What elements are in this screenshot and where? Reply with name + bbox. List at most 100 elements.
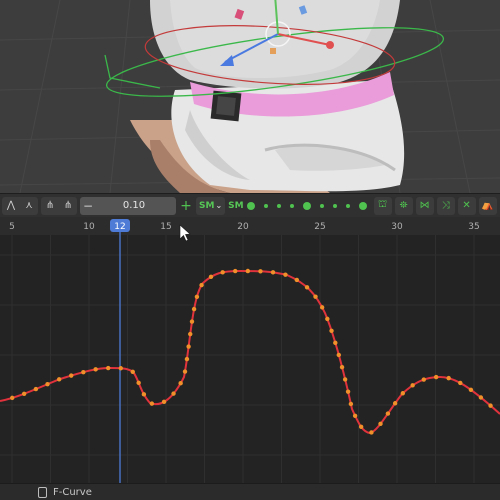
keyframe-point[interactable] — [336, 352, 341, 358]
keyframe-point[interactable] — [141, 392, 147, 397]
delete-icon[interactable]: ✕ — [457, 196, 476, 215]
keyframe-point[interactable] — [93, 367, 98, 372]
key-dot[interactable] — [319, 203, 324, 208]
keyframe-point[interactable] — [433, 374, 439, 380]
keyframe-point[interactable] — [220, 270, 225, 275]
keyframe-point[interactable] — [385, 411, 391, 416]
keyframe-point[interactable] — [421, 377, 427, 382]
3d-viewport[interactable] — [0, 0, 500, 193]
keyframe-point[interactable] — [270, 270, 276, 275]
keyframe-point[interactable] — [188, 331, 193, 337]
keyframe-point[interactable] — [400, 391, 406, 396]
bake-icon[interactable]: ⛺ — [478, 196, 497, 215]
sm-dropdown[interactable]: SM ⌄ — [196, 196, 226, 215]
keyframe-point[interactable] — [304, 285, 310, 290]
keyframe-point[interactable] — [313, 294, 318, 299]
keyframe-point[interactable] — [325, 316, 330, 322]
keyframe-point[interactable] — [488, 403, 493, 408]
keyframe-point[interactable] — [130, 369, 135, 375]
keyframe-point[interactable] — [378, 421, 383, 427]
blender-window: ⋀ ⋏ ⋔ ⋔ − 0.10 + SM ⌄ SM ⛫ ⛯ ⋈ ⤨ ✕ ⛺ 5 1… — [0, 0, 500, 500]
keyframe-point[interactable] — [358, 424, 364, 430]
keyframe-point[interactable] — [118, 366, 124, 371]
keyframe-point[interactable] — [468, 387, 474, 392]
keyframe-point[interactable] — [136, 380, 141, 386]
easing-group: ⋔ ⋔ — [41, 196, 77, 215]
frame-tick-label: 10 — [83, 222, 95, 232]
keyframe-point[interactable] — [161, 399, 167, 405]
keyframe-point[interactable] — [69, 373, 74, 378]
graph-editor[interactable]: 5 10 15 20 25 30 35 12 — [0, 217, 500, 483]
keyframe-point[interactable] — [81, 369, 86, 375]
minus-icon[interactable]: − — [80, 199, 96, 213]
keyframe-point[interactable] — [178, 381, 183, 386]
frame-tick-label: 5 — [9, 222, 15, 232]
keyframe-point[interactable] — [189, 319, 195, 324]
keyframe-point[interactable] — [369, 430, 374, 435]
keyframe-point[interactable] — [21, 391, 27, 396]
keyframe-point[interactable] — [458, 380, 463, 386]
current-frame-label: 12 — [114, 222, 125, 232]
keyframe-point[interactable] — [233, 268, 238, 274]
keyframe-point[interactable] — [410, 383, 415, 388]
key-dot[interactable] — [332, 203, 337, 208]
ghost-icon[interactable]: ⛫ — [373, 196, 392, 215]
keyframe-point[interactable] — [478, 395, 484, 400]
lock-icon[interactable]: ⛯ — [394, 196, 413, 215]
keyframe-point[interactable] — [329, 328, 334, 333]
keyframe-point[interactable] — [319, 305, 325, 310]
keyframe-point[interactable] — [208, 274, 214, 280]
keyframe-point[interactable] — [294, 277, 300, 283]
key-dot[interactable] — [263, 203, 268, 208]
keyframe-point[interactable] — [10, 395, 15, 401]
keyframe-handle-icon[interactable]: ⋀ — [2, 197, 20, 215]
plus-icon[interactable]: + — [179, 198, 193, 214]
keyframe-point[interactable] — [245, 268, 251, 274]
keyframe-point[interactable] — [191, 306, 197, 312]
keyframe-point[interactable] — [56, 377, 62, 382]
keyframe-point[interactable] — [194, 294, 200, 299]
ease-in-icon[interactable]: ⋔ — [41, 197, 59, 215]
handle-type-group: ⋀ ⋏ — [2, 196, 38, 215]
frame-tick-label: 35 — [468, 222, 479, 232]
frame-ruler[interactable] — [0, 217, 500, 235]
key-dot[interactable] — [345, 203, 350, 208]
keyframe-point[interactable] — [186, 344, 191, 349]
normalize-icon[interactable]: ⋈ — [415, 196, 434, 215]
file-icon — [38, 486, 47, 498]
keyframe-point[interactable] — [339, 364, 345, 370]
keyframe-point[interactable] — [149, 401, 155, 406]
keyframe-point[interactable] — [333, 340, 338, 346]
keyframe-point[interactable] — [283, 272, 288, 277]
status-label: F-Curve — [53, 486, 92, 498]
sm-alt-label[interactable]: SM — [228, 197, 243, 215]
keyframe-point[interactable] — [348, 401, 354, 407]
f-curve-path[interactable] — [0, 269, 500, 435]
step-value: 0.10 — [122, 200, 146, 211]
key-dot[interactable] — [289, 203, 294, 208]
keyframe-point[interactable] — [392, 401, 398, 406]
keyframe-point[interactable] — [199, 282, 204, 288]
step-value-field[interactable]: − 0.10 — [80, 196, 176, 215]
keyframe-point[interactable] — [184, 356, 190, 362]
keyframe-point[interactable] — [258, 269, 263, 274]
key-dot-large[interactable] — [246, 201, 255, 210]
snap-icon[interactable]: ⤨ — [436, 196, 455, 215]
keyframe-point[interactable] — [352, 413, 358, 418]
status-bar: F-Curve — [0, 483, 500, 500]
key-dot-large[interactable] — [358, 201, 367, 210]
keyframe-point[interactable] — [33, 386, 39, 392]
keyframe-point[interactable] — [342, 377, 348, 382]
interpolation-icon[interactable]: ⋏ — [20, 197, 38, 215]
keyframe-point[interactable] — [446, 375, 451, 381]
keyframe-point[interactable] — [345, 389, 351, 394]
key-dot-large[interactable] — [302, 201, 311, 210]
key-dot[interactable] — [276, 203, 281, 208]
keyframe-point[interactable] — [171, 391, 176, 396]
keyframe-point[interactable] — [106, 365, 111, 371]
keyframe-point[interactable] — [182, 369, 188, 374]
graph-canvas[interactable]: 5 10 15 20 25 30 35 12 — [0, 217, 500, 483]
frame-tick-label: 25 — [314, 222, 325, 232]
keyframe-point[interactable] — [45, 381, 50, 387]
ease-out-icon[interactable]: ⋔ — [59, 197, 77, 215]
